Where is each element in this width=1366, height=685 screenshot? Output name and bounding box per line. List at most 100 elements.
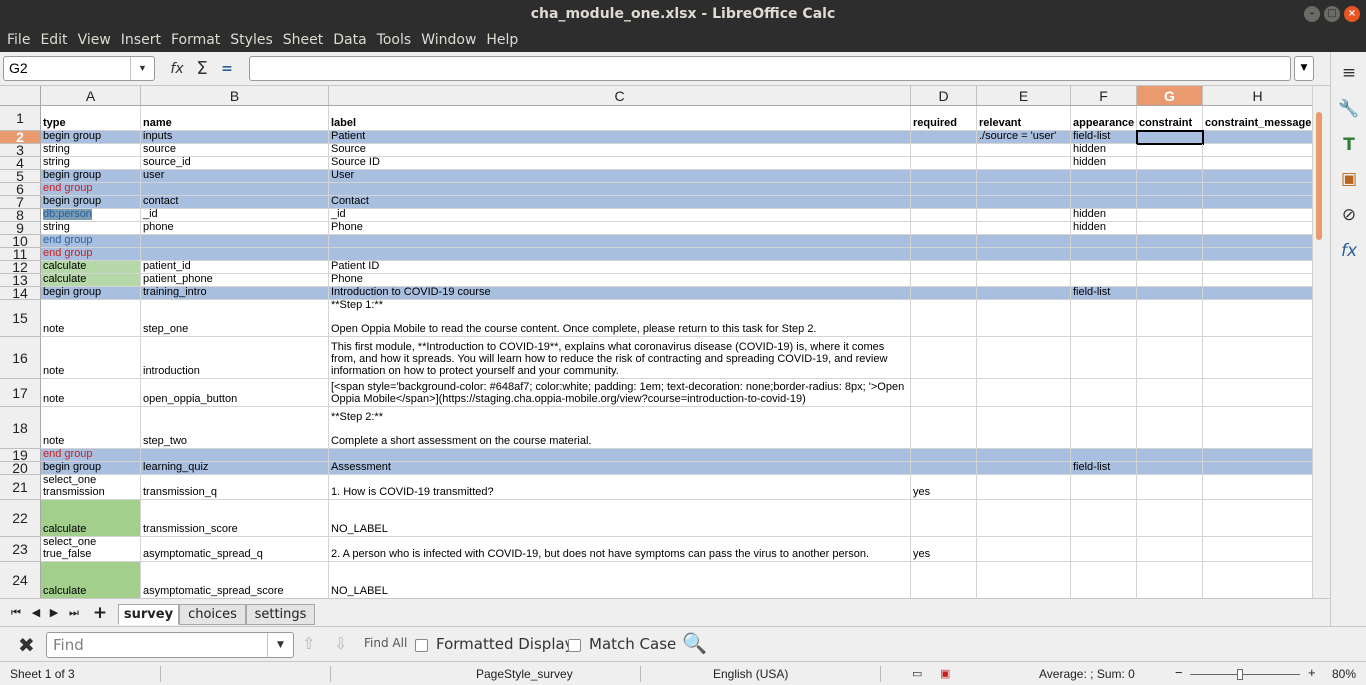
cell-a24[interactable]: calculate bbox=[41, 562, 141, 598]
cell-c19[interactable] bbox=[329, 449, 911, 462]
cell-g3[interactable] bbox=[1137, 144, 1203, 157]
cell-e12[interactable] bbox=[977, 261, 1071, 274]
cell-c17[interactable]: [<span style='background-color: #648af7;… bbox=[329, 379, 911, 407]
cell-b13[interactable]: patient_phone bbox=[141, 274, 329, 287]
cell-e4[interactable] bbox=[977, 157, 1071, 170]
sheet-tab-choices[interactable]: choices bbox=[179, 604, 246, 625]
menu-sheet[interactable]: Sheet bbox=[278, 29, 328, 52]
cell-g5[interactable] bbox=[1137, 170, 1203, 183]
zoom-slider-track[interactable] bbox=[1190, 674, 1300, 675]
cell-e21[interactable] bbox=[977, 475, 1071, 500]
cell-a6[interactable]: end group bbox=[41, 183, 141, 196]
row-header[interactable]: 17 bbox=[0, 379, 41, 407]
row-header[interactable]: 14 bbox=[0, 285, 41, 301]
cell-a2[interactable]: begin group bbox=[41, 131, 141, 144]
find-replace-icon[interactable]: 🔍 bbox=[682, 631, 707, 655]
cell-g8[interactable] bbox=[1137, 209, 1203, 222]
cell-c20[interactable]: Assessment bbox=[329, 462, 911, 475]
cell-c3[interactable]: Source bbox=[329, 144, 911, 157]
next-sheet-icon[interactable]: ▶ bbox=[46, 605, 62, 621]
row-header[interactable]: 21 bbox=[0, 475, 41, 500]
styles-icon[interactable]: T bbox=[1338, 134, 1360, 156]
cell-d4[interactable] bbox=[911, 157, 977, 170]
cell-d13[interactable] bbox=[911, 274, 977, 287]
cell-a19[interactable]: end group bbox=[41, 449, 141, 462]
cell-a17[interactable]: note bbox=[41, 379, 141, 407]
zoom-slider-handle[interactable] bbox=[1237, 669, 1243, 680]
cell-b7[interactable]: contact bbox=[141, 196, 329, 209]
row-header[interactable]: 23 bbox=[0, 537, 41, 562]
sheet-tab-survey[interactable]: survey bbox=[118, 604, 179, 625]
cell-h13[interactable] bbox=[1203, 274, 1313, 287]
cell-b17[interactable]: open_oppia_button bbox=[141, 379, 329, 407]
cell-c6[interactable] bbox=[329, 183, 911, 196]
cell-h14[interactable] bbox=[1203, 287, 1313, 300]
find-previous-icon[interactable]: ⇧ bbox=[302, 634, 315, 653]
find-next-icon[interactable]: ⇩ bbox=[334, 634, 347, 653]
cell-h22[interactable] bbox=[1203, 500, 1313, 537]
cell-d3[interactable] bbox=[911, 144, 977, 157]
cell-d15[interactable] bbox=[911, 300, 977, 337]
select-all-corner[interactable] bbox=[0, 86, 41, 106]
cell-d22[interactable] bbox=[911, 500, 977, 537]
document-modified-icon[interactable]: ▣ bbox=[940, 667, 950, 680]
row-header[interactable]: 22 bbox=[0, 500, 41, 537]
cell-e22[interactable] bbox=[977, 500, 1071, 537]
cell-e7[interactable] bbox=[977, 196, 1071, 209]
row-header[interactable]: 24 bbox=[0, 562, 41, 598]
cell-d24[interactable] bbox=[911, 562, 977, 598]
cell-g13[interactable] bbox=[1137, 274, 1203, 287]
cell-h2[interactable] bbox=[1203, 131, 1313, 144]
cell-a16[interactable]: note bbox=[41, 337, 141, 379]
cell-h6[interactable] bbox=[1203, 183, 1313, 196]
cell-d11[interactable] bbox=[911, 248, 977, 261]
cell-b11[interactable] bbox=[141, 248, 329, 261]
cell-b18[interactable]: step_two bbox=[141, 407, 329, 449]
prev-sheet-icon[interactable]: ◀ bbox=[28, 605, 44, 621]
cell-g16[interactable] bbox=[1137, 337, 1203, 379]
cell-d10[interactable] bbox=[911, 235, 977, 248]
cell-d21[interactable]: yes bbox=[911, 475, 977, 500]
cell-g11[interactable] bbox=[1137, 248, 1203, 261]
zoom-out-icon[interactable]: − bbox=[1175, 665, 1183, 680]
cell-a11[interactable]: end group bbox=[41, 248, 141, 261]
cell-c1[interactable]: label bbox=[329, 106, 911, 131]
cell-b3[interactable]: source bbox=[141, 144, 329, 157]
selection-mode-icon[interactable]: ▭ bbox=[912, 667, 922, 680]
cell-b10[interactable] bbox=[141, 235, 329, 248]
cell-h4[interactable] bbox=[1203, 157, 1313, 170]
cell-b21[interactable]: transmission_q bbox=[141, 475, 329, 500]
cell-h24[interactable] bbox=[1203, 562, 1313, 598]
cell-e19[interactable] bbox=[977, 449, 1071, 462]
name-box[interactable]: G2 ▼ bbox=[3, 56, 155, 81]
cell-f23[interactable] bbox=[1071, 537, 1137, 562]
menu-format[interactable]: Format bbox=[166, 29, 225, 52]
navigator-icon[interactable]: ⊘ bbox=[1338, 204, 1360, 226]
cell-b9[interactable]: phone bbox=[141, 222, 329, 235]
cell-f24[interactable] bbox=[1071, 562, 1137, 598]
cell-d8[interactable] bbox=[911, 209, 977, 222]
cell-g17[interactable] bbox=[1137, 379, 1203, 407]
column-header-c[interactable]: C bbox=[329, 86, 911, 106]
find-input[interactable]: Find ▼ bbox=[46, 632, 294, 658]
menu-styles[interactable]: Styles bbox=[225, 29, 277, 52]
cell-h11[interactable] bbox=[1203, 248, 1313, 261]
cell-b1[interactable]: name bbox=[141, 106, 329, 131]
sheet-tab-settings[interactable]: settings bbox=[246, 604, 315, 625]
column-header-b[interactable]: B bbox=[141, 86, 329, 106]
cell-d19[interactable] bbox=[911, 449, 977, 462]
column-header-h[interactable]: H bbox=[1203, 86, 1313, 106]
properties-icon[interactable]: 🔧 bbox=[1338, 98, 1360, 120]
cell-a9[interactable]: string bbox=[41, 222, 141, 235]
cell-c2[interactable]: Patient bbox=[329, 131, 911, 144]
cell-d1[interactable]: required bbox=[911, 106, 977, 131]
cell-a5[interactable]: begin group bbox=[41, 170, 141, 183]
cell-b6[interactable] bbox=[141, 183, 329, 196]
formatted-display-checkbox[interactable] bbox=[415, 639, 428, 652]
cell-f3[interactable]: hidden bbox=[1071, 144, 1137, 157]
spreadsheet-grid[interactable]: A B C D E F G H 1 type name label required relevant ap… bbox=[0, 86, 1330, 598]
cell-f4[interactable]: hidden bbox=[1071, 157, 1137, 170]
cell-h12[interactable] bbox=[1203, 261, 1313, 274]
column-header-a[interactable]: A bbox=[41, 86, 141, 106]
cell-e17[interactable] bbox=[977, 379, 1071, 407]
